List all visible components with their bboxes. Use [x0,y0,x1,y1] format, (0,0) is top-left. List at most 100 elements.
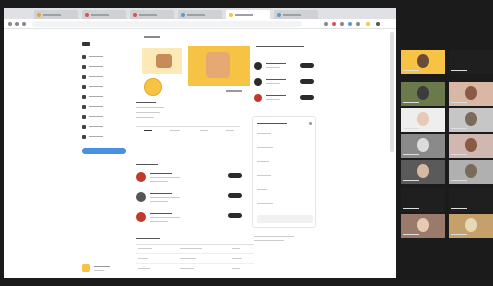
feed-item-avatar[interactable] [136,172,146,182]
suggestion-avatar[interactable] [254,62,262,70]
close-icon[interactable] [309,122,312,125]
back-icon[interactable] [8,22,12,26]
tab-title-placeholder [91,13,109,16]
participant-video-tile[interactable] [449,50,493,74]
participant-video-tile[interactable] [401,214,445,238]
participant-name-placeholder [451,102,467,103]
tab-posts[interactable] [144,130,152,131]
browser-tab[interactable] [274,10,318,19]
sidebar-item[interactable] [82,114,122,120]
table-cell [232,268,240,269]
participant-video-tile[interactable] [449,160,493,184]
suggestion-avatar[interactable] [254,78,262,86]
participant-video-tile[interactable] [401,134,445,158]
participant-video-tile[interactable] [449,134,493,158]
browser-tab[interactable] [226,10,270,19]
feed-item-avatar[interactable] [136,192,146,202]
browser-tab[interactable] [130,10,174,19]
profile-cover-image [142,48,182,74]
account-sub-placeholder [94,270,104,271]
tab-title-placeholder [43,13,61,16]
banner-caption-placeholder [226,90,242,92]
participant-face [417,218,429,232]
sidebar-item[interactable] [82,54,122,60]
sidebar-item[interactable] [82,64,122,70]
sidebar-item[interactable] [82,124,122,130]
browser-tab[interactable] [178,10,222,19]
follow-button[interactable] [300,95,314,100]
follow-button[interactable] [300,63,314,68]
feed-item-text-placeholder [150,181,168,182]
sidebar-item[interactable] [82,104,122,110]
info-table [136,244,254,278]
feed-item-action-button[interactable] [228,213,242,218]
participant-video-tile[interactable] [449,214,493,238]
participant-video-tile[interactable] [401,188,445,212]
new-post-button[interactable] [82,148,126,154]
sidebar-item[interactable] [82,134,122,140]
tab-favicon-icon [277,12,281,17]
sidebar-item[interactable] [82,84,122,90]
participant-name-placeholder [403,234,419,235]
table-cell [138,268,150,269]
browser-tab[interactable] [82,10,126,19]
participant-name-placeholder [403,102,419,103]
scrollbar[interactable] [390,32,394,152]
tab-reels[interactable] [170,130,180,131]
plus-icon [82,115,86,119]
table-title-placeholder [136,238,160,239]
extension-icon[interactable] [356,22,360,26]
card-line-placeholder [257,189,267,190]
profile-avatar[interactable] [144,78,162,96]
participant-video-tile[interactable] [449,108,493,132]
profile-name-placeholder [136,102,156,103]
feed-item-action-button[interactable] [228,173,242,178]
table-cell [180,248,202,249]
sidebar-label-placeholder [89,56,103,57]
sidebar-item[interactable] [82,74,122,80]
divider [136,126,240,127]
table-cell [180,258,196,259]
participant-face [465,86,477,100]
footer-link-placeholder [254,236,294,237]
feed-item-action-button[interactable] [228,193,242,198]
extension-icon[interactable] [332,22,336,26]
extension-icon[interactable] [348,22,352,26]
feed-item-avatar[interactable] [136,212,146,222]
feed-item-text-placeholder [150,197,180,198]
tab-tagged[interactable] [226,130,234,131]
sidebar-item[interactable] [82,94,122,100]
participant-video-tile[interactable] [401,160,445,184]
participant-video-tile[interactable] [449,82,493,106]
reels-icon [82,85,86,89]
menu-icon[interactable] [376,22,380,26]
participant-video-tile[interactable] [401,108,445,132]
url-field[interactable] [32,21,302,27]
profile-avatar-icon[interactable] [366,22,370,26]
account-avatar[interactable] [82,264,90,272]
sidebar-label-placeholder [89,116,103,117]
suggestion-avatar[interactable] [254,94,262,102]
extension-icon[interactable] [324,22,328,26]
footer-link-placeholder [254,240,284,241]
participant-video-tile[interactable] [449,188,493,212]
participant-name-placeholder [451,180,467,181]
browser-tab[interactable] [34,10,78,19]
participant-video-tile[interactable] [401,82,445,106]
table-cell [138,248,152,249]
forward-icon[interactable] [15,22,19,26]
reload-icon[interactable] [22,22,26,26]
profile-banner [188,46,250,86]
participant-video-tile[interactable] [401,50,445,74]
tab-favicon-icon [37,12,41,17]
extension-icon[interactable] [340,22,344,26]
table-cell [138,258,148,259]
tab-saved[interactable] [200,130,208,131]
feed-item-text-placeholder [150,217,180,218]
sidebar-label-placeholder [89,66,103,67]
follow-button[interactable] [300,79,314,84]
participant-name-placeholder [403,70,419,71]
profile-name-placeholder [144,36,160,38]
feed-item-title-placeholder [150,213,172,214]
profile-bio-placeholder [136,117,154,118]
